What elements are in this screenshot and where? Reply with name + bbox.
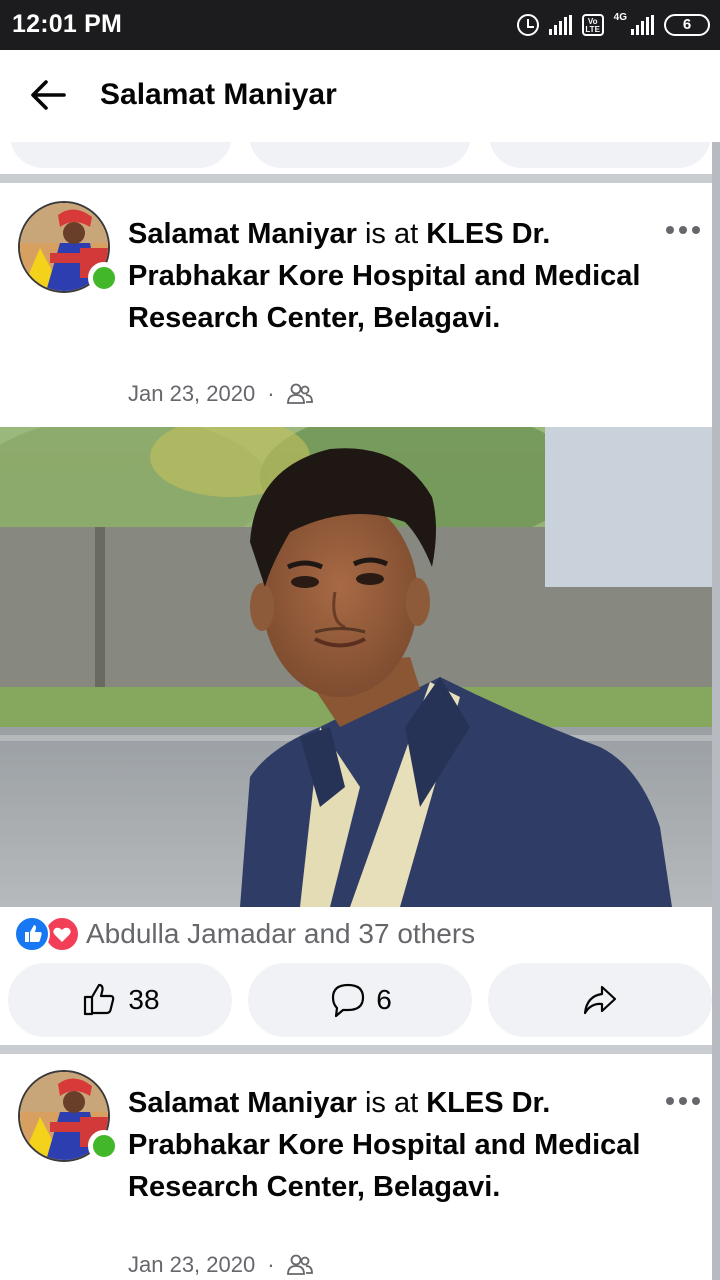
- like-count: 38: [128, 984, 160, 1015]
- post-author[interactable]: Salamat Maniyar: [128, 218, 357, 250]
- share-button[interactable]: [488, 963, 712, 1037]
- comment-button[interactable]: 6: [248, 963, 472, 1037]
- battery-icon: 6: [664, 14, 710, 36]
- previous-like-button[interactable]: [10, 142, 232, 168]
- post-photo[interactable]: [0, 427, 712, 907]
- friends-icon: [286, 1254, 313, 1275]
- post-meta: Jan 23, 2020 ·: [128, 381, 313, 407]
- post-connector-2: is at: [356, 1087, 427, 1119]
- like-button[interactable]: 38: [8, 963, 232, 1037]
- status-bar: 12:01 PM Vo LTE 4G 6: [0, 0, 720, 50]
- comment-count: 6: [376, 984, 392, 1015]
- meta-separator: ·: [267, 381, 275, 406]
- page-title: Salamat Maniyar: [100, 78, 337, 111]
- more-options-icon[interactable]: [666, 220, 706, 240]
- reactions-summary[interactable]: Abdulla Jamadar and 37 others: [14, 914, 475, 954]
- previous-post-actions[interactable]: [0, 142, 720, 172]
- post-headline-2: Salamat Maniyar is at KLES Dr. Prabhakar…: [128, 1082, 648, 1208]
- post-date-2[interactable]: Jan 23, 2020: [128, 1252, 255, 1278]
- previous-comment-button[interactable]: [249, 142, 471, 168]
- post-header: Salamat Maniyar is at KLES Dr. Prabhakar…: [0, 183, 720, 427]
- arrow-left-icon[interactable]: [28, 74, 70, 116]
- more-options-icon-2[interactable]: [666, 1091, 706, 1111]
- status-icons: Vo LTE 4G 6: [516, 10, 710, 40]
- comment-icon: [332, 983, 365, 1018]
- like-reaction-icon: [14, 916, 50, 952]
- post-meta-2: Jan 23, 2020 ·: [128, 1252, 313, 1278]
- post-connector: is at: [356, 218, 427, 250]
- signal-icon-2: [631, 15, 654, 35]
- post-author-2[interactable]: Salamat Maniyar: [128, 1087, 357, 1119]
- post-date[interactable]: Jan 23, 2020: [128, 381, 255, 407]
- post-header-2: Salamat Maniyar is at KLES Dr. Prabhakar…: [0, 1054, 720, 1280]
- post-divider-2: [0, 1045, 720, 1054]
- reactions-text[interactable]: Abdulla Jamadar and 37 others: [86, 918, 475, 950]
- online-status-dot: [88, 262, 120, 294]
- post-divider: [0, 174, 720, 183]
- previous-share-button[interactable]: [489, 142, 711, 168]
- signal-icon: [548, 15, 572, 35]
- thumbs-up-icon: [84, 983, 115, 1016]
- scrollbar[interactable]: [712, 142, 720, 1280]
- status-time: 12:01 PM: [12, 10, 122, 38]
- share-icon: [583, 985, 617, 1015]
- post-actions: 38 6: [8, 963, 712, 1037]
- meta-separator-2: ·: [267, 1252, 275, 1277]
- alarm-icon: [516, 14, 539, 36]
- online-status-dot-2: [88, 1130, 120, 1162]
- app-header: Salamat Maniyar: [0, 50, 720, 142]
- network-type: 4G: [613, 11, 627, 23]
- friends-icon: [286, 383, 313, 404]
- post-headline: Salamat Maniyar is at KLES Dr. Prabhakar…: [128, 213, 648, 339]
- volte-icon: Vo LTE: [581, 14, 604, 36]
